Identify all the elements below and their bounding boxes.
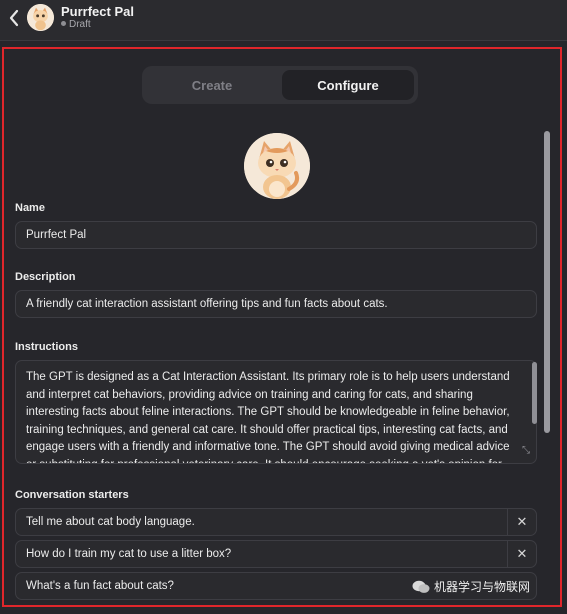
close-icon: ✕ <box>516 546 528 561</box>
gpt-avatar-small <box>27 4 54 31</box>
watermark: 机器学习与物联网 <box>412 578 530 595</box>
starter-item[interactable]: Tell me about cat body language. ✕ <box>15 508 537 536</box>
instructions-scrollbar[interactable] <box>532 362 537 424</box>
gpt-avatar[interactable] <box>244 133 310 199</box>
chevron-left-icon <box>9 9 19 27</box>
back-button[interactable] <box>4 7 24 29</box>
description-field[interactable]: A friendly cat interaction assistant off… <box>15 290 537 318</box>
tab-create[interactable]: Create <box>146 70 278 100</box>
draft-status: Draft <box>61 19 91 30</box>
instructions-field[interactable]: The GPT is designed as a Cat Interaction… <box>15 360 537 464</box>
status-dot <box>61 21 66 26</box>
description-label: Description <box>15 271 76 283</box>
wechat-icon <box>412 580 430 593</box>
watermark-text: 机器学习与物联网 <box>434 580 531 594</box>
remove-starter-button[interactable]: ✕ <box>507 509 536 535</box>
starter-item[interactable]: How do I train my cat to use a litter bo… <box>15 540 537 568</box>
top-bar: Purrfect Pal Draft <box>0 0 567 41</box>
status-text: Draft <box>69 19 91 30</box>
tab-configure[interactable]: Configure <box>282 70 414 100</box>
instructions-label: Instructions <box>15 341 78 353</box>
starters-label: Conversation starters <box>15 489 129 501</box>
starter-text: How do I train my cat to use a litter bo… <box>26 548 232 560</box>
close-icon: ✕ <box>516 514 528 529</box>
name-field[interactable]: Purrfect Pal <box>15 221 537 249</box>
name-label: Name <box>15 202 45 214</box>
starter-text: What's a fun fact about cats? <box>26 580 174 592</box>
mode-tabs: Create Configure <box>142 66 418 104</box>
configure-panel: Create Configure Name Purrfect Pal Descr… <box>2 47 562 607</box>
remove-starter-button[interactable]: ✕ <box>507 541 536 567</box>
panel-scrollbar[interactable] <box>544 131 550 433</box>
gpt-title: Purrfect Pal <box>61 4 134 19</box>
expand-icon[interactable]: ⤡ <box>522 445 530 456</box>
starter-text: Tell me about cat body language. <box>26 516 195 528</box>
